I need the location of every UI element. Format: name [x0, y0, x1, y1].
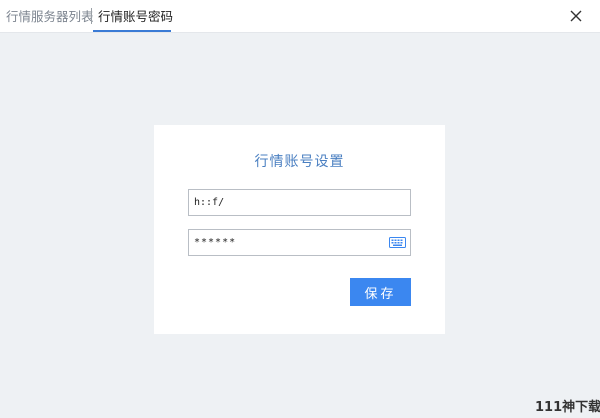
site-watermark: 111神下载网	[535, 400, 600, 415]
username-field[interactable]	[188, 189, 411, 216]
close-icon[interactable]	[566, 6, 586, 26]
save-button[interactable]: 保存	[350, 278, 411, 306]
active-tab-indicator	[93, 30, 171, 32]
tab-account-password[interactable]: 行情账号密码	[98, 0, 173, 33]
tab-bar: 行情服务器列表 行情账号密码	[0, 0, 600, 33]
password-field[interactable]	[188, 229, 411, 256]
tab-divider	[91, 8, 92, 24]
account-settings-card: 行情账号设置 保存	[154, 125, 445, 334]
card-title: 行情账号设置	[254, 154, 345, 170]
tab-server-list[interactable]: 行情服务器列表	[6, 0, 94, 33]
keyboard-icon[interactable]	[389, 237, 406, 248]
username-input[interactable]	[189, 190, 410, 215]
password-input[interactable]	[189, 230, 410, 255]
